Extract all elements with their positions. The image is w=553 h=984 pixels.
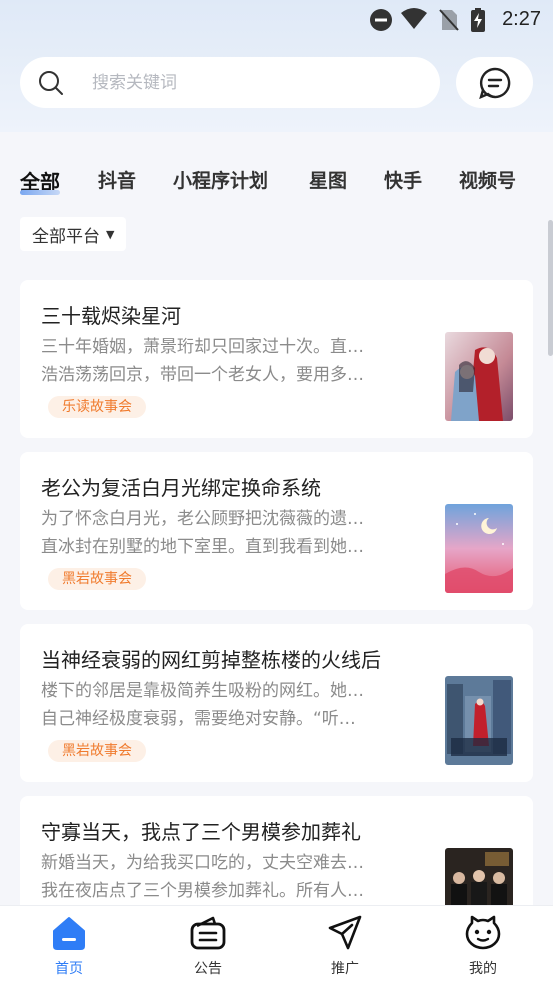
nav-label: 首页 <box>55 961 83 977</box>
nav-label: 我的 <box>469 961 497 977</box>
do-not-disturb-icon <box>370 9 392 31</box>
card-title: 守寡当天，我点了三个男模参加葬礼 <box>41 820 361 844</box>
source-tag: 黑岩故事会 <box>48 740 146 762</box>
search-icon <box>39 71 63 95</box>
header-area: 2:27 <box>0 0 553 132</box>
tab-douyin[interactable]: 抖音 <box>98 166 136 193</box>
status-bar: 2:27 <box>0 0 553 38</box>
no-sim-icon <box>439 9 459 31</box>
story-card[interactable]: 守寡当天，我点了三个男模参加葬礼 新婚当天，为给我买口吃的，丈夫空难去… 我在夜… <box>20 796 533 905</box>
card-desc-line: 浩浩荡荡回京，带回一个老女人，要用多… <box>41 365 364 385</box>
search-bar[interactable] <box>20 57 440 108</box>
status-time: 2:27 <box>502 8 541 30</box>
nav-label: 公告 <box>194 961 222 977</box>
card-desc-line: 我在夜店点了三个男模参加葬礼。所有人… <box>41 881 364 901</box>
card-title: 老公为复活白月光绑定换命系统 <box>41 476 321 500</box>
chat-bubble-icon <box>479 67 511 99</box>
card-desc-line: 三十年婚姻，萧景珩却只回家过十次。直… <box>41 337 364 357</box>
story-card[interactable]: 三十载烬染星河 三十年婚姻，萧景珩却只回家过十次。直… 浩浩荡荡回京，带回一个老… <box>20 280 533 438</box>
card-title: 当神经衰弱的网红剪掉整栋楼的火线后 <box>41 648 381 672</box>
nav-announcement[interactable]: 公告 <box>158 914 258 978</box>
tab-shipinhao[interactable]: 视频号 <box>459 166 516 193</box>
active-tab-indicator <box>20 190 60 195</box>
card-desc-line: 为了怀念白月光，老公顾野把沈薇薇的遗… <box>41 509 364 529</box>
scrollbar[interactable] <box>548 220 553 356</box>
cover-image <box>445 676 513 765</box>
card-desc-line: 自己神经极度衰弱，需要绝对安静。“听… <box>41 709 356 729</box>
nav-promote[interactable]: 推广 <box>295 914 395 978</box>
platform-dropdown-label: 全部平台 <box>32 226 100 247</box>
nav-home[interactable]: 首页 <box>19 914 119 978</box>
caret-down-icon: ▼ <box>106 227 115 241</box>
card-desc-line: 楼下的邻居是靠极简养生吸粉的网红。她… <box>41 681 364 701</box>
profile-icon <box>465 915 501 950</box>
card-title: 三十载烬染星河 <box>41 304 181 328</box>
battery-icon <box>471 8 485 32</box>
search-input[interactable] <box>90 67 424 99</box>
promote-icon <box>328 915 362 950</box>
card-description: 三十年婚姻，萧景珩却只回家过十次。直… 浩浩荡荡回京，带回一个老女人，要用多… <box>41 333 401 389</box>
category-tabs: 全部 抖音 小程序计划 星图 快手 视频号 <box>0 166 553 200</box>
cover-image <box>445 848 513 905</box>
bottom-navigation: 首页 公告 推广 我的 <box>0 905 553 984</box>
platform-dropdown[interactable]: 全部平台 ▼ <box>20 217 127 251</box>
card-description: 楼下的邻居是靠极简养生吸粉的网红。她… 自己神经极度衰弱，需要绝对安静。“听… <box>41 677 401 733</box>
main-content: 全部 抖音 小程序计划 星图 快手 视频号 全部平台 ▼ 三十载烬染星河 三十年… <box>0 132 553 905</box>
cover-image <box>445 504 513 593</box>
tab-xingtu[interactable]: 星图 <box>309 166 347 193</box>
cover-image <box>445 332 513 421</box>
card-desc-line: 直冰封在别墅的地下室里。直到我看到她… <box>41 537 364 557</box>
story-card[interactable]: 当神经衰弱的网红剪掉整栋楼的火线后 楼下的邻居是靠极简养生吸粉的网红。她… 自己… <box>20 624 533 782</box>
wifi-icon <box>401 8 427 29</box>
nav-label: 推广 <box>331 961 359 977</box>
message-button[interactable] <box>456 57 533 108</box>
announcement-icon <box>190 916 226 950</box>
card-desc-line: 新婚当天，为给我买口吃的，丈夫空难去… <box>41 853 364 873</box>
source-tag: 黑岩故事会 <box>48 568 146 590</box>
story-card[interactable]: 老公为复活白月光绑定换命系统 为了怀念白月光，老公顾野把沈薇薇的遗… 直冰封在别… <box>20 452 533 610</box>
card-description: 新婚当天，为给我买口吃的，丈夫空难去… 我在夜店点了三个男模参加葬礼。所有人… <box>41 849 401 905</box>
source-tag: 乐读故事会 <box>48 396 146 418</box>
home-icon <box>53 917 85 950</box>
nav-profile[interactable]: 我的 <box>433 914 533 978</box>
tab-kuaishou[interactable]: 快手 <box>384 166 422 193</box>
tab-mini-program[interactable]: 小程序计划 <box>173 166 268 193</box>
card-description: 为了怀念白月光，老公顾野把沈薇薇的遗… 直冰封在别墅的地下室里。直到我看到她… <box>41 505 401 561</box>
